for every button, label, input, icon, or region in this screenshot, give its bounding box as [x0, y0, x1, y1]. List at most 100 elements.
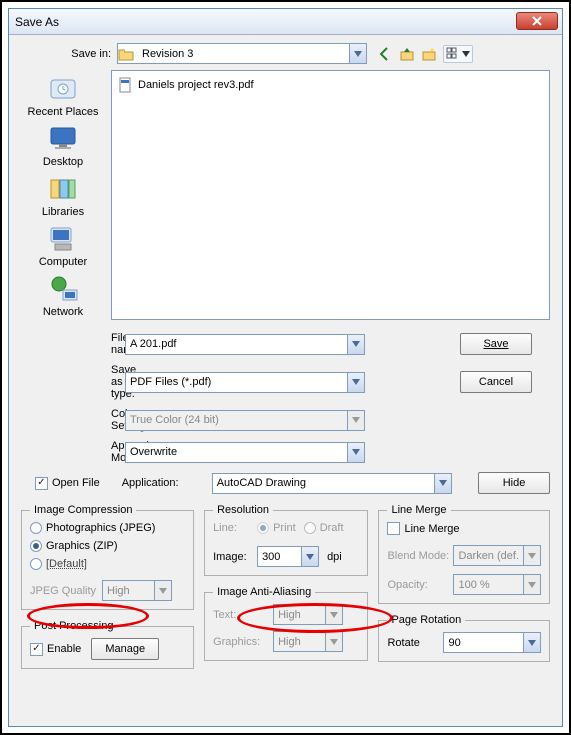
- open-file-label: Open File: [52, 477, 100, 489]
- colorsetting-dropdown: True Color (24 bit): [125, 410, 365, 431]
- rotate-label: Rotate: [387, 637, 435, 649]
- chevron-down-icon[interactable]: [347, 335, 364, 354]
- close-icon: [532, 16, 542, 26]
- filename-input[interactable]: A 201.pdf: [125, 334, 365, 355]
- post-processing-legend: Post Processing: [30, 620, 117, 632]
- anti-aliasing-group: Image Anti-Aliasing Text: High Graphics:: [204, 586, 368, 661]
- sidebar-item-libraries[interactable]: Libraries: [42, 174, 84, 218]
- sidebar-item-label: Desktop: [43, 156, 83, 168]
- computer-icon: [45, 224, 81, 254]
- sidebar-item-computer[interactable]: Computer: [39, 224, 87, 268]
- chevron-down-icon[interactable]: [434, 474, 451, 493]
- application-dropdown[interactable]: AutoCAD Drawing: [212, 473, 452, 494]
- chevron-down-icon: [154, 581, 171, 600]
- chevron-down-icon[interactable]: [301, 547, 318, 566]
- sidebar-item-desktop[interactable]: Desktop: [43, 124, 83, 168]
- save-button[interactable]: Save: [460, 333, 532, 355]
- manage-button[interactable]: Manage: [91, 638, 159, 660]
- chevron-down-icon: [523, 575, 540, 594]
- appendmode-value: Overwrite: [126, 446, 347, 458]
- jpeg-quality-dropdown: High: [102, 580, 172, 601]
- appendmode-dropdown[interactable]: Overwrite: [125, 442, 365, 463]
- opacity-label: Opacity:: [387, 579, 449, 591]
- saveastype-dropdown[interactable]: PDF Files (*.pdf): [125, 372, 365, 393]
- page-rotation-legend: Page Rotation: [387, 614, 465, 626]
- aa-text-label: Text:: [213, 609, 265, 621]
- desktop-icon: [45, 124, 81, 154]
- chevron-down-icon: [347, 411, 364, 430]
- enable-post-processing-checkbox[interactable]: Enable: [30, 643, 81, 656]
- radio-print: Print: [257, 522, 296, 534]
- window-title: Save As: [15, 15, 59, 29]
- radio-graphics-zip[interactable]: Graphics (ZIP): [30, 540, 185, 552]
- image-compression-legend: Image Compression: [30, 504, 136, 516]
- resolution-legend: Resolution: [213, 504, 273, 516]
- chevron-down-icon: [325, 632, 342, 651]
- view-grid-icon: [446, 47, 462, 61]
- sidebar-item-label: Recent Places: [28, 106, 99, 118]
- anti-aliasing-legend: Image Anti-Aliasing: [213, 586, 315, 598]
- radio-icon: [30, 540, 42, 552]
- new-folder-button[interactable]: [421, 46, 437, 62]
- sidebar-item-label: Computer: [39, 256, 87, 268]
- radio-default[interactable]: [Default]: [30, 558, 185, 570]
- chevron-down-icon[interactable]: [347, 443, 364, 462]
- checkbox-icon: [387, 522, 400, 535]
- radio-icon: [304, 522, 316, 534]
- radio-icon: [30, 558, 42, 570]
- opacity-dropdown: 100 %: [453, 574, 541, 595]
- hide-button[interactable]: Hide: [478, 472, 550, 494]
- chevron-down-icon[interactable]: [347, 373, 364, 392]
- rotate-dropdown[interactable]: 90: [443, 632, 541, 653]
- radio-draft: Draft: [304, 522, 344, 534]
- aa-graphics-label: Graphics:: [213, 636, 265, 648]
- jpeg-quality-label: JPEG Quality: [30, 585, 96, 597]
- line-merge-legend: Line Merge: [387, 504, 450, 516]
- titlebar: Save As: [9, 9, 562, 35]
- post-processing-group: Post Processing Enable Manage: [21, 620, 194, 669]
- arrow-left-icon: [377, 46, 393, 62]
- line-merge-group: Line Merge Line Merge Blend Mode: Darken…: [378, 504, 550, 604]
- folder-new-icon: [421, 46, 437, 62]
- chevron-down-icon[interactable]: [349, 44, 366, 63]
- save-in-label: Save in:: [21, 48, 117, 60]
- sidebar-item-label: Network: [43, 306, 83, 318]
- open-file-checkbox[interactable]: Open File: [35, 477, 100, 490]
- close-button[interactable]: [516, 12, 558, 30]
- image-compression-group: Image Compression Photographics (JPEG) G…: [21, 504, 194, 610]
- file-item[interactable]: Daniels project rev3.pdf: [116, 75, 545, 95]
- page-rotation-group: Page Rotation Rotate 90: [378, 614, 550, 662]
- chevron-down-icon: [462, 51, 470, 57]
- checkbox-icon: [30, 643, 43, 656]
- up-one-level-button[interactable]: [399, 46, 415, 62]
- view-menu-button[interactable]: [443, 45, 473, 63]
- back-button[interactable]: [377, 46, 393, 62]
- file-list-pane[interactable]: Daniels project rev3.pdf: [111, 70, 550, 320]
- chevron-down-icon: [523, 546, 540, 565]
- radio-icon: [257, 522, 269, 534]
- saveastype-label: Save as type:: [21, 364, 111, 400]
- blend-mode-dropdown: Darken (def.: [453, 545, 541, 566]
- sidebar-item-network[interactable]: Network: [43, 274, 83, 318]
- sidebar-item-recent-places[interactable]: Recent Places: [28, 74, 99, 118]
- saveastype-value: PDF Files (*.pdf): [126, 376, 347, 388]
- line-merge-checkbox[interactable]: Line Merge: [387, 522, 459, 535]
- line-label: Line:: [213, 522, 249, 534]
- dpi-label: dpi: [327, 551, 342, 563]
- cancel-button[interactable]: Cancel: [460, 371, 532, 393]
- filename-value: A 201.pdf: [126, 338, 347, 350]
- filename-label: File name:: [21, 332, 111, 356]
- places-sidebar: Recent Places Desktop Libraries Computer: [21, 70, 105, 320]
- chevron-down-icon[interactable]: [523, 633, 540, 652]
- folder-up-icon: [399, 46, 415, 62]
- aa-graphics-dropdown: High: [273, 631, 343, 652]
- image-resolution-dropdown[interactable]: 300: [257, 546, 319, 567]
- pdf-file-icon: [118, 77, 134, 93]
- radio-photographics-jpeg[interactable]: Photographics (JPEG): [30, 522, 185, 534]
- folder-open-icon: [118, 46, 134, 62]
- aa-text-dropdown: High: [273, 604, 343, 625]
- appendmode-label: Append Mode:: [21, 440, 111, 464]
- application-value: AutoCAD Drawing: [213, 477, 434, 489]
- save-in-dropdown[interactable]: Revision 3: [117, 43, 367, 64]
- image-resolution-label: Image:: [213, 551, 249, 563]
